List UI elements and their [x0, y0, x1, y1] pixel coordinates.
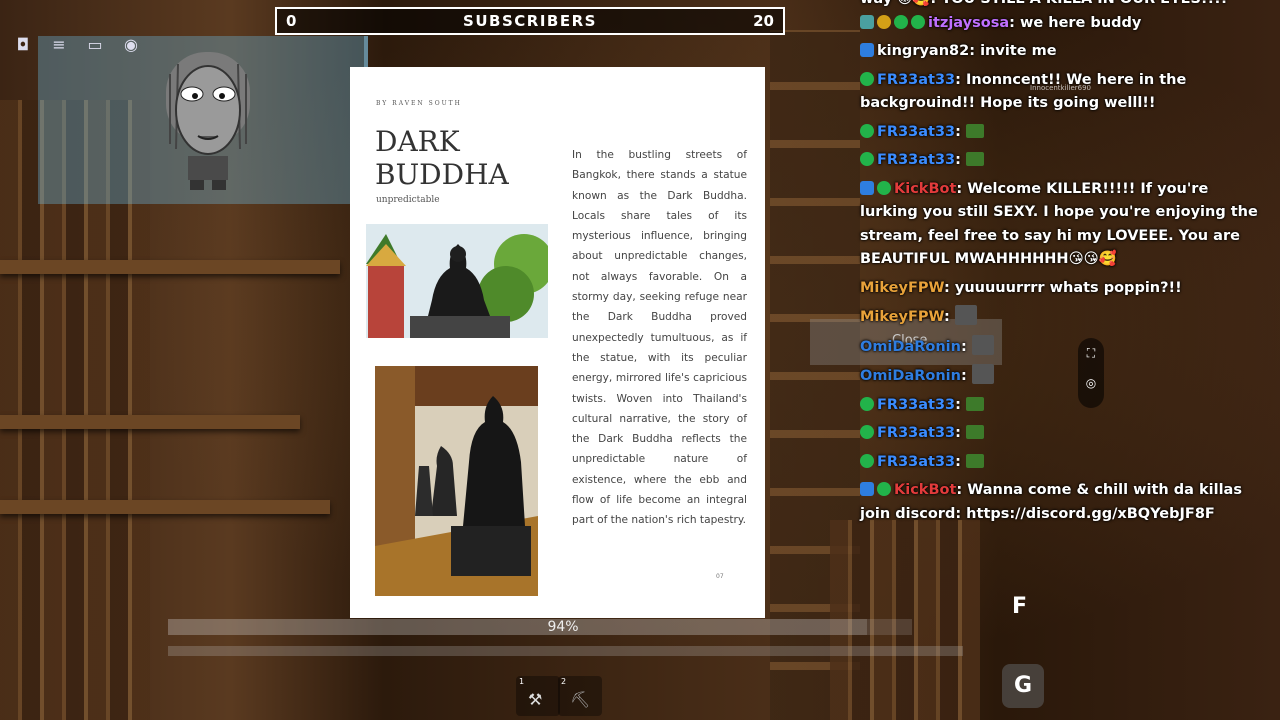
stream-chat-overlay: way 😡🥰: YOU STILL A KILLA IN OUR EYES!!!… [860, 0, 1270, 531]
title-line-1: DARK [375, 125, 460, 158]
chat-username[interactable]: OmiDaRonin [860, 339, 961, 355]
progress-fill [168, 619, 868, 635]
verified-badge-icon [860, 71, 874, 86]
slot-number: 1 [519, 677, 525, 686]
chat-username[interactable]: MikeyFPW [860, 309, 944, 325]
roblox-menu-icon[interactable]: ◘ [12, 34, 34, 56]
chat-message: FR33at33: [860, 422, 1270, 446]
page-subtitle: unpredictable [376, 195, 440, 205]
emote-icon [966, 152, 985, 166]
chat-username[interactable]: FR33at33 [877, 397, 955, 413]
emote-icon [971, 334, 994, 355]
page-body-text: In the bustling streets of Bangkok, ther… [572, 149, 747, 527]
kick-badge-icon [860, 180, 874, 195]
interact-key-f[interactable]: F [1012, 594, 1027, 619]
chat-username[interactable]: KickBot [894, 482, 956, 498]
roblox-topbar[interactable]: ◘ ≡ ▭ ◉ [12, 34, 142, 56]
book-page: BY RAVEN SOUTH DARK BUDDHA unpredictable [350, 67, 765, 618]
byline: BY RAVEN SOUTH [376, 100, 462, 107]
secondary-bar [168, 646, 963, 656]
backpack-icon[interactable]: ◉ [120, 34, 142, 56]
chat-username[interactable]: kingryan82 [877, 43, 969, 59]
chat-text: invite me [980, 43, 1057, 59]
slot-number: 2 [561, 677, 567, 686]
verified-badge-icon [877, 180, 891, 195]
shovel-icon: ⛏ [570, 690, 591, 709]
chat-message: OmiDaRonin: [860, 334, 1270, 360]
rank-badge-icon [877, 14, 891, 29]
chat-message: KickBot: Wanna come & chill with da kill… [860, 482, 1242, 522]
emote-icon [966, 425, 985, 439]
chat-partial-line: way 😡🥰: YOU STILL A KILLA IN OUR EYES!!!… [860, 0, 1270, 12]
verified-badge-icon [860, 425, 874, 439]
hamburger-icon[interactable]: ≡ [48, 34, 70, 56]
subscriber-label: SUBSCRIBERS [463, 12, 597, 30]
chat-message: kingryan82: invite me [860, 40, 1270, 64]
emote-icon [966, 453, 985, 468]
temple-buddha-photo [366, 224, 548, 338]
gift-badge-icon [894, 14, 908, 29]
chat-message: FR33at33: [860, 451, 1270, 475]
player-avatar [152, 44, 264, 198]
kick-badge-icon [860, 482, 874, 496]
camera-icon[interactable]: ◎ [1078, 368, 1104, 398]
verified-badge-icon [911, 14, 925, 29]
verified-badge-icon [860, 123, 874, 138]
interact-key-g[interactable]: G [1002, 664, 1044, 708]
chat-message: FR33at33: [860, 394, 1270, 418]
verified-badge-icon [860, 453, 874, 468]
page-number: 07 [716, 573, 724, 580]
progress-label: 94% [547, 619, 579, 635]
chat-message: OmiDaRonin: [860, 364, 1270, 389]
tool-icon: ⚒ [528, 690, 543, 709]
kick-badge-icon [860, 43, 874, 57]
subscriber-goal-bar: 0 SUBSCRIBERS 20 [275, 7, 785, 35]
camera-controls[interactable]: ⛶ ◎ [1078, 338, 1104, 408]
chat-username[interactable]: FR33at33 [877, 152, 955, 168]
chat-message: FR33at33: [860, 149, 1270, 173]
shelf-plank [0, 500, 330, 514]
chat-message: KickBot: Welcome KILLER!!!!! If you're l… [860, 180, 1258, 267]
verified-badge-icon [860, 396, 874, 411]
shelf-plank [0, 260, 340, 274]
chat-username[interactable]: FR33at33 [877, 454, 955, 470]
subscriber-target: 20 [753, 12, 774, 30]
title-line-2: BUDDHA [375, 158, 509, 191]
chat-message: FR33at33: [860, 121, 1270, 145]
chat-username[interactable]: OmiDaRonin [860, 368, 961, 384]
chat-username[interactable]: KickBot [894, 181, 956, 197]
chat-message: itzjaysosa: we here buddy [860, 12, 1270, 36]
chat-icon[interactable]: ▭ [84, 34, 106, 56]
chat-username[interactable]: FR33at33 [877, 425, 955, 441]
screenshot-icon[interactable]: ⛶ [1078, 338, 1104, 368]
chat-username[interactable]: FR33at33 [877, 124, 955, 140]
hotbar-slot-1[interactable]: 1 ⚒ [516, 676, 560, 716]
verified-badge-icon [860, 152, 874, 166]
chat-text: yuuuuurrrr whats poppin?!! [954, 279, 1182, 296]
emote-icon [966, 396, 985, 411]
page-title: DARK BUDDHA [375, 125, 509, 191]
hotbar-slot-2[interactable]: 2 ⛏ [558, 676, 602, 716]
og-badge-icon [860, 14, 874, 29]
buddha-gallery-photo [375, 366, 538, 596]
emote-icon [971, 364, 994, 384]
chat-username[interactable]: itzjaysosa [928, 15, 1009, 31]
chat-message: MikeyFPW: [860, 305, 1270, 330]
emote-icon [954, 305, 977, 325]
verified-badge-icon [877, 482, 891, 496]
emote-icon [966, 123, 985, 138]
chat-username[interactable]: FR33at33 [877, 72, 955, 88]
chat-text: we here buddy [1019, 14, 1142, 31]
chat-message: MikeyFPW: yuuuuurrrr whats poppin?!! [860, 279, 1182, 296]
shelf-plank [0, 415, 300, 429]
chat-username[interactable]: MikeyFPW [860, 280, 944, 296]
chat-message: FR33at33: Inonncent!! We here in the bac… [860, 71, 1187, 111]
